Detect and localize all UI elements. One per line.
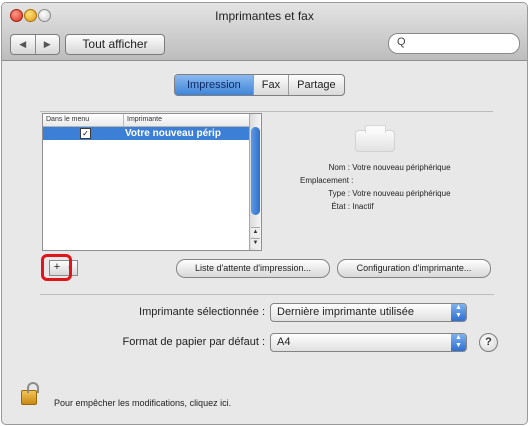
print-queue-button[interactable]: Liste d'attente d'impression... bbox=[176, 259, 330, 278]
back-forward-control: ◀ ▶ bbox=[10, 34, 60, 55]
info-name: Nom : Votre nouveau périphérique bbox=[300, 163, 451, 172]
list-scrollbar[interactable]: ▲ ▼ bbox=[249, 114, 261, 250]
name-label: Nom : bbox=[328, 163, 350, 172]
paper-format-label: Format de papier par défaut : bbox=[122, 336, 265, 348]
column-header-in-menu[interactable]: Dans le menu bbox=[46, 114, 89, 126]
printer-setup-button[interactable]: Configuration d'imprimante... bbox=[337, 259, 491, 278]
scroll-thumb[interactable] bbox=[251, 127, 260, 215]
selected-printer-select[interactable]: Dernière imprimante utilisée ▲ ▼ bbox=[270, 303, 467, 322]
popup-arrows-icon: ▲ ▼ bbox=[451, 304, 466, 321]
printer-icon bbox=[355, 125, 395, 152]
selected-printer-label: Imprimante sélectionnée : bbox=[139, 306, 265, 318]
paper-format-select[interactable]: A4 ▲ ▼ bbox=[270, 333, 467, 352]
lock-message: Pour empêcher les modifications, cliquez… bbox=[54, 398, 232, 408]
show-all-button[interactable]: Tout afficher bbox=[65, 34, 165, 55]
name-value: Votre nouveau périphérique bbox=[352, 163, 451, 172]
window-title: Imprimantes et fax bbox=[215, 9, 314, 23]
selected-printer-value: Dernière imprimante utilisée bbox=[277, 306, 414, 318]
help-button[interactable]: ? bbox=[479, 333, 498, 352]
search-icon: Q bbox=[397, 36, 406, 48]
forward-arrow-icon[interactable]: ▶ bbox=[36, 35, 60, 54]
window-toolbar: Imprimantes et fax ◀ ▶ Tout afficher Q bbox=[2, 3, 527, 61]
type-value: Votre nouveau périphérique bbox=[352, 189, 451, 198]
tab-impression[interactable]: Impression bbox=[175, 75, 253, 95]
search-input[interactable]: Q bbox=[388, 33, 520, 54]
state-value: Inactif bbox=[352, 202, 374, 211]
column-header-printer[interactable]: Imprimante bbox=[123, 114, 162, 126]
printer-list-header: Dans le menu Imprimante bbox=[43, 114, 249, 127]
tab-bar: Impression Fax Partage bbox=[174, 74, 345, 96]
scroll-down-arrow-icon[interactable]: ▼ bbox=[251, 238, 260, 248]
type-label: Type : bbox=[328, 189, 350, 198]
lock-icon[interactable] bbox=[21, 382, 39, 405]
printer-name: Votre nouveau périp bbox=[125, 128, 221, 139]
tab-partage[interactable]: Partage bbox=[288, 75, 344, 95]
state-label: État : bbox=[331, 202, 350, 211]
back-arrow-icon[interactable]: ◀ bbox=[11, 35, 36, 54]
popup-arrows-icon: ▲ ▼ bbox=[451, 334, 466, 351]
paper-format-value: A4 bbox=[277, 336, 291, 348]
info-type: Type : Votre nouveau périphérique bbox=[300, 189, 451, 198]
section-divider bbox=[40, 294, 494, 295]
info-location: Emplacement : bbox=[300, 176, 354, 185]
info-state: État : Inactif bbox=[300, 202, 374, 211]
printer-list[interactable]: Dans le menu Imprimante ✓ Votre nouveau … bbox=[42, 113, 262, 251]
tab-fax[interactable]: Fax bbox=[252, 75, 288, 95]
location-label: Emplacement : bbox=[300, 176, 354, 185]
printer-list-row[interactable]: ✓ Votre nouveau périp bbox=[43, 127, 249, 140]
in-menu-checkbox[interactable]: ✓ bbox=[80, 128, 91, 139]
add-button-highlight bbox=[41, 254, 72, 281]
scroll-up-arrow-icon[interactable]: ▲ bbox=[251, 227, 260, 237]
